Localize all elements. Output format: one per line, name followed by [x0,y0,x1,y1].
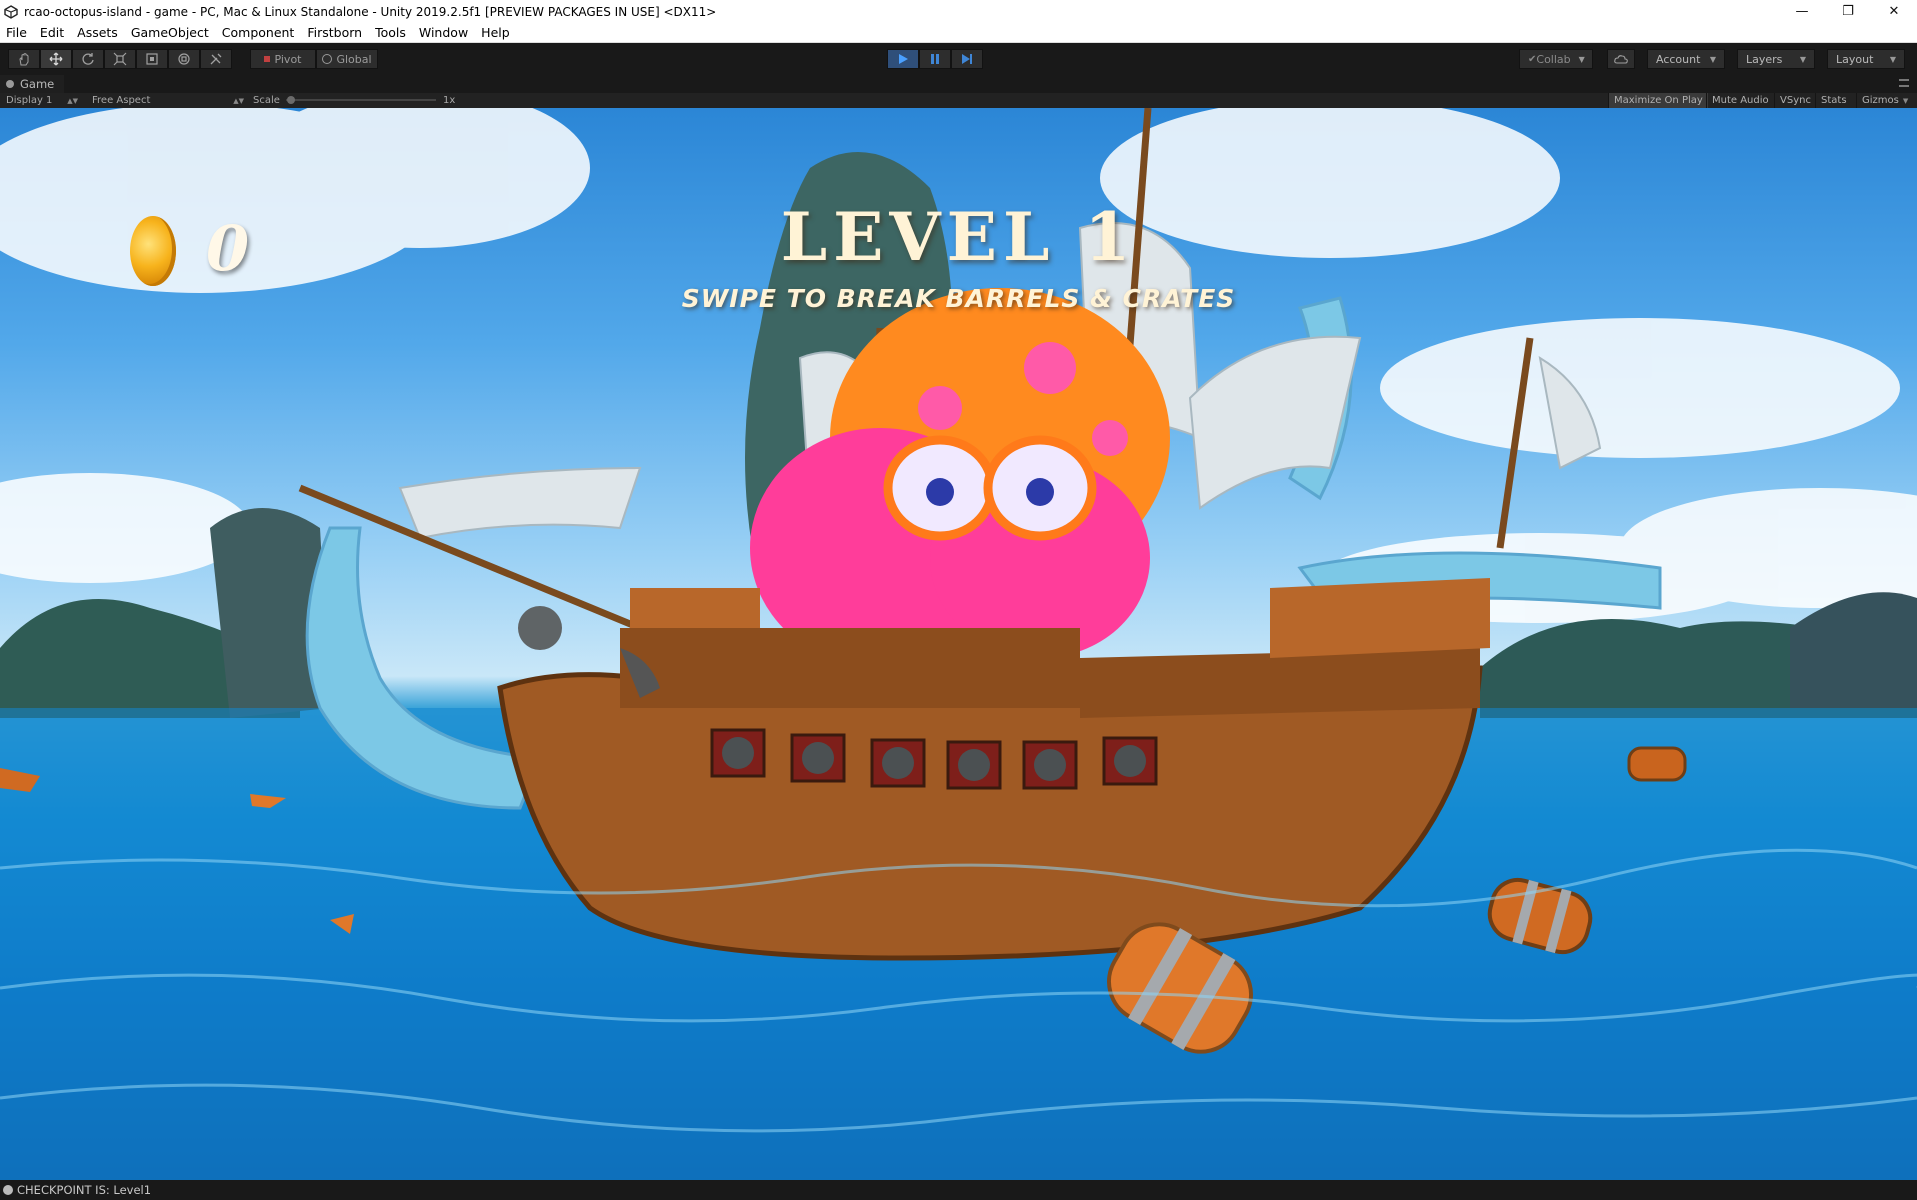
layers-label: Layers [1746,52,1783,66]
scale-tool-button[interactable] [104,49,136,69]
layout-label: Layout [1836,52,1874,66]
menu-bar: File Edit Assets GameObject Component Fi… [0,23,1917,43]
scale-label: Scale [253,95,280,106]
window-title: rcao-octopus-island - game - PC, Mac & L… [24,4,717,19]
aspect-dropdown[interactable]: Free Aspect ▲▼ [92,93,244,108]
cloud-button[interactable] [1607,49,1635,69]
transform-icon [178,53,190,65]
game-view-controls: Display 1 ▲▼ Free Aspect ▲▼ Scale 1x Max… [0,93,1917,108]
pivot-label: Pivot [274,52,302,66]
pause-button[interactable] [919,49,951,69]
level-title: LEVEL 1 [780,198,1137,276]
maximize-button[interactable]: ❐ [1825,0,1871,23]
pause-icon [931,54,939,64]
menu-help[interactable]: Help [475,25,517,40]
hand-icon [19,52,29,66]
menu-gameobject[interactable]: GameObject [125,25,216,40]
custom-tool-button[interactable] [200,49,232,69]
rect-transform-icon [146,53,158,65]
layout-dropdown[interactable]: Layout ▼ [1827,49,1905,69]
maximize-on-play-toggle[interactable]: Maximize On Play [1608,93,1708,108]
hand-tool-button[interactable] [8,49,40,69]
collab-label: Collab [1536,52,1571,66]
move-arrows-icon [49,52,63,66]
pivot-toggle[interactable]: Pivot [250,49,316,69]
rotate-tool-button[interactable] [72,49,104,69]
main-toolbar: Pivot Global ✔ Collab ▼ Account ▼ Layers… [0,43,1917,75]
chevron-down-icon: ▼ [1902,96,1909,105]
scale-slider-handle[interactable] [287,96,295,104]
transform-tools [8,49,232,69]
game-viewport[interactable]: 0 LEVEL 1 SWIPE TO BREAK BARRELS & CRATE… [0,108,1917,1180]
play-icon [899,54,908,64]
scale-slider-track[interactable] [286,99,436,101]
status-message: CHECKPOINT IS: Level1 [17,1183,152,1197]
global-label: Global [336,52,372,66]
console-status-bar[interactable]: CHECKPOINT IS: Level1 [0,1180,1917,1200]
transform-tool-button[interactable] [168,49,200,69]
chevron-down-icon: ▼ [1578,54,1585,64]
menu-edit[interactable]: Edit [34,25,71,40]
menu-assets[interactable]: Assets [71,25,125,40]
play-button[interactable] [887,49,919,69]
info-icon [3,1185,13,1195]
cloud-icon [1614,55,1628,64]
game-tab-bar: Game [0,75,1917,93]
rotate-icon [82,53,94,65]
account-label: Account [1656,52,1701,66]
menu-firstborn[interactable]: Firstborn [301,25,369,40]
aspect-label: Free Aspect [92,95,151,106]
window-title-bar: rcao-octopus-island - game - PC, Mac & L… [0,0,1917,23]
scale-value: 1x [443,95,456,106]
menu-window[interactable]: Window [413,25,475,40]
check-icon: ✔ [1528,53,1537,65]
mute-audio-toggle[interactable]: Mute Audio [1706,93,1774,108]
wrench-icon [210,53,222,65]
game-tab-label: Game [20,77,55,91]
chevron-down-icon: ▼ [1799,54,1806,64]
chevron-down-icon: ▼ [1889,54,1896,64]
globe-icon [322,54,333,64]
playback-controls [887,49,983,69]
menu-file[interactable]: File [0,25,34,40]
vsync-toggle[interactable]: VSync [1774,93,1816,108]
gizmos-label: Gizmos [1862,95,1899,106]
step-button[interactable] [951,49,983,69]
rect-tool-button[interactable] [136,49,168,69]
collab-dropdown[interactable]: ✔ Collab ▼ [1519,49,1593,69]
menu-component[interactable]: Component [216,25,302,40]
step-forward-icon [962,54,972,64]
move-tool-button[interactable] [40,49,72,69]
chevron-updown-icon: ▲▼ [233,96,244,105]
chevron-down-icon: ▼ [1709,54,1716,64]
pivot-icon [264,56,271,62]
close-button[interactable]: ✕ [1871,0,1917,23]
global-toggle[interactable]: Global [316,49,378,69]
tab-game[interactable]: Game [0,75,65,93]
pirate-ship [497,578,1490,961]
unity-logo-icon [4,4,18,19]
stats-toggle[interactable]: Stats [1815,93,1852,108]
scale-icon [113,52,127,66]
layers-dropdown[interactable]: Layers ▼ [1737,49,1815,69]
menu-tools[interactable]: Tools [369,25,413,40]
pivot-global-group: Pivot Global [250,49,378,69]
gizmos-dropdown[interactable]: Gizmos ▼ [1856,93,1913,108]
level-instructions: SWIPE TO BREAK BARRELS & CRATES [681,284,1236,313]
tab-menu-icon[interactable] [1899,79,1909,87]
display-label: Display 1 [6,95,53,106]
game-view-icon [6,80,14,88]
display-dropdown[interactable]: Display 1 ▲▼ [6,93,78,108]
account-dropdown[interactable]: Account ▼ [1647,49,1725,69]
chevron-updown-icon: ▲▼ [67,96,78,105]
minimize-button[interactable]: — [1779,0,1825,23]
